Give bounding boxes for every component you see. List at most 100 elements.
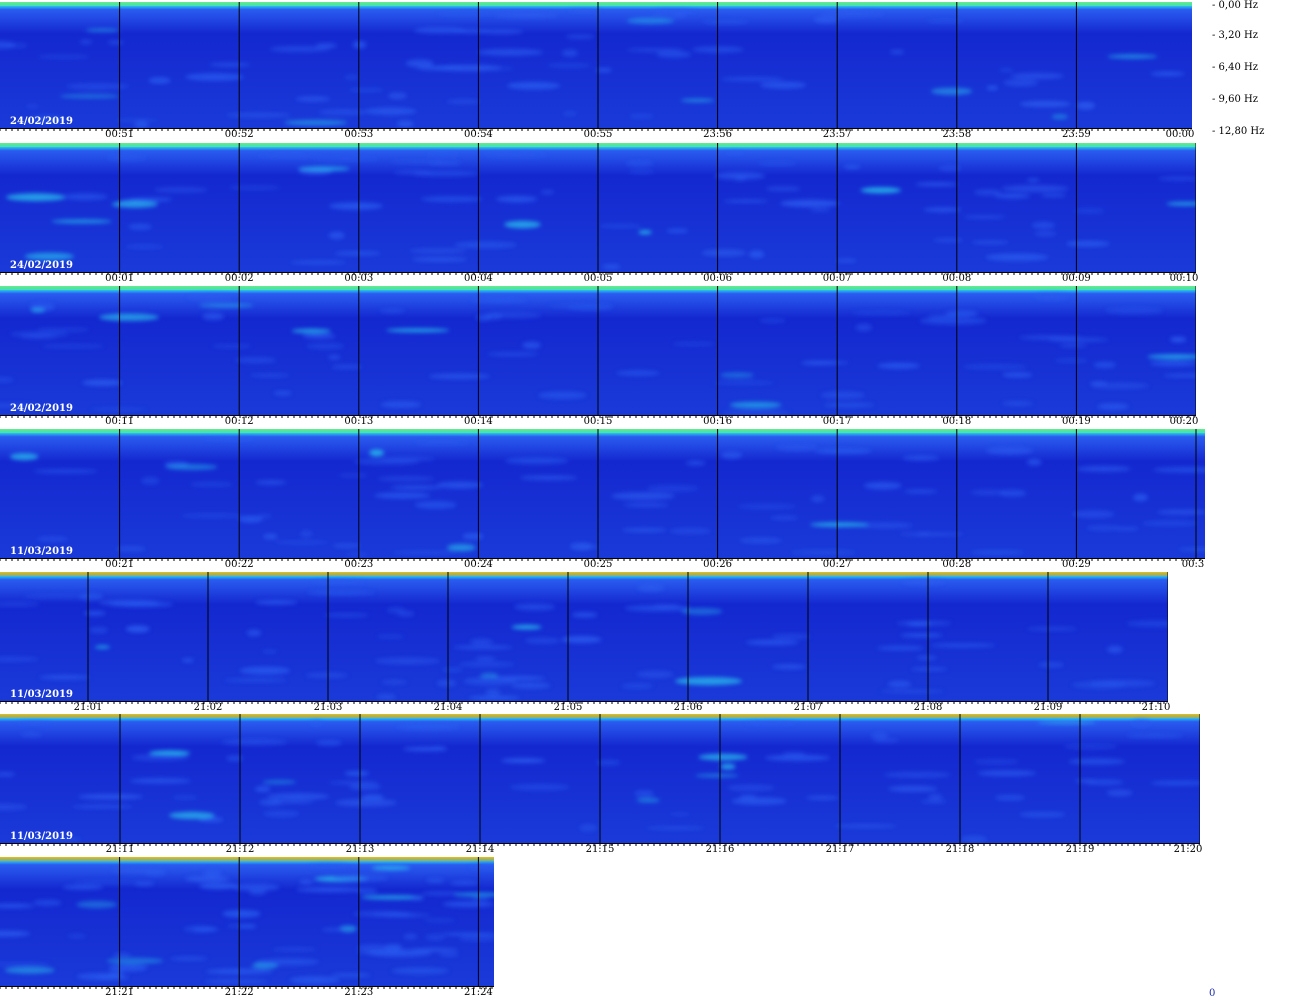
spectrogram-energy-blob [426,878,445,883]
spectrogram-energy-blob [760,81,807,89]
spectrogram-energy-blob [813,16,839,23]
time-tick-label: 21:22 [224,987,254,998]
time-tick-label: 00:52 [224,129,254,140]
spectrogram-energy-blob [637,583,665,592]
spectrogram-energy-blob [403,746,448,751]
time-tick-label: 21:17 [825,844,855,855]
spectrogram-energy-blob [307,590,376,595]
spectrogram-energy-blob [246,629,262,637]
spectrogram-energy-blob [323,613,369,617]
spectrogram-energy-blob [344,74,359,80]
spectrogram-energy-blob [960,835,987,843]
spectrogram-energy-blob [598,223,642,229]
spectrogram-energy-blob [628,169,655,174]
spectrogram-energy-blob [851,311,912,315]
spectrogram-low-frequency-band [0,857,494,861]
row-date-label: 24/02/2019 [10,403,73,414]
time-tick-label: 23:58 [942,129,972,140]
spectrogram-energy-blob [1068,758,1125,765]
spectrogram-energy-blob [834,823,897,829]
time-tick-label: 00:3 [1181,559,1205,570]
spectrogram-energy-blob [917,532,931,536]
spectrogram-energy-blob [1170,336,1187,343]
spectrogram-energy-blob [547,63,591,68]
spectrogram-energy-blob [329,202,383,210]
spectrogram-panel [0,857,494,986]
spectrogram-energy-blob [566,34,595,39]
time-tick-label: 23:59 [1061,129,1091,140]
spectrogram-energy-blob [782,751,806,757]
time-tick-label: 21:01 [73,702,103,713]
spectrogram-energy-blob [184,875,230,882]
spectrogram-energy-blob [421,196,483,203]
spectrogram-energy-blob [4,966,55,974]
spectrogram-energy-blob [1054,358,1089,363]
spectrogram-energy-blob [933,238,964,243]
spectrogram-energy-blob [931,87,973,96]
spectrogram-energy-blob [615,370,660,376]
spectrogram-energy-blob [880,689,945,694]
spectrogram-energy-blob [1072,510,1115,519]
spectrogram-energy-blob [645,826,706,830]
spectrogram-energy-blob [374,657,441,665]
spectrogram-energy-blob [468,695,520,701]
spectrogram-energy-blob [927,19,964,23]
spectrogram-panel [0,286,1196,415]
spectrogram-energy-blob [315,740,342,746]
time-tick-label: 00:20 [1169,416,1199,427]
spectrogram-energy-blob [887,680,912,688]
spectrogram-energy-blob [284,120,348,126]
spectrogram-energy-blob [78,794,144,800]
spectrogram-energy-blob [295,96,331,102]
spectrogram-energy-blob [134,881,155,886]
spectrogram-energy-blob [107,40,124,45]
spectrogram-energy-blob [805,795,839,800]
spectrogram-energy-blob [204,979,268,984]
spectrogram-energy-blob [458,661,515,668]
time-tick-label: 00:15 [583,416,613,427]
spectrogram-energy-blob [99,599,160,606]
time-tick-label: 21:06 [673,702,703,713]
spectrogram-energy-blob [435,64,502,72]
spectrogram-energy-blob [680,98,715,102]
spectrogram-energy-blob [823,402,875,408]
spectrogram-energy-blob [76,973,122,980]
spectrogram-energy-blob [977,770,1036,777]
spectrogram-energy-blob [621,683,654,689]
spectrogram-energy-blob [353,911,410,917]
time-tick-label: 21:12 [225,844,255,855]
spectrogram-energy-blob [106,153,147,162]
spectrogram-energy-blob [900,633,943,638]
time-tick-label: 21:04 [433,702,463,713]
spectrogram-energy-blob [262,810,300,818]
spectrogram-energy-blob [335,798,397,807]
spectrogram-energy-blob [896,620,952,626]
spectrogram-energy-blob [1149,361,1196,366]
spectrogram-energy-blob [10,453,39,461]
row-date-label: 11/03/2019 [10,831,73,842]
spectrogram-energy-blob [446,99,481,104]
spectrogram-energy-blob [749,250,765,259]
spectrogram-energy-blob [348,88,384,92]
spectrogram-energy-blob [328,355,341,360]
spectrogram-energy-blob [271,947,317,951]
time-tick-label: 21:19 [1065,844,1095,855]
spectrogram-energy-blob [737,503,797,510]
spectrogram-energy-blob [903,489,938,494]
spectrogram-panel [0,714,1200,843]
spectrogram-energy-blob [289,976,340,984]
spectrogram-energy-blob [739,537,783,544]
spectrogram-energy-blob [67,934,86,938]
spectrogram-energy-blob [299,880,313,884]
spectrogram-energy-blob [143,868,167,876]
spectrogram-energy-blob [331,364,363,370]
spectrogram-energy-blob [204,437,255,441]
spectrogram-energy-blob [999,68,1014,72]
spectrogram-panel [0,143,1196,272]
spectrogram-energy-blob [672,342,715,346]
time-tick-label: 00:05 [583,273,613,284]
spectrogram-energy-blob [20,733,42,737]
spectrogram-energy-blob [462,533,484,540]
spectrogram-energy-blob [1002,372,1033,378]
spectrogram-energy-blob [698,753,748,761]
